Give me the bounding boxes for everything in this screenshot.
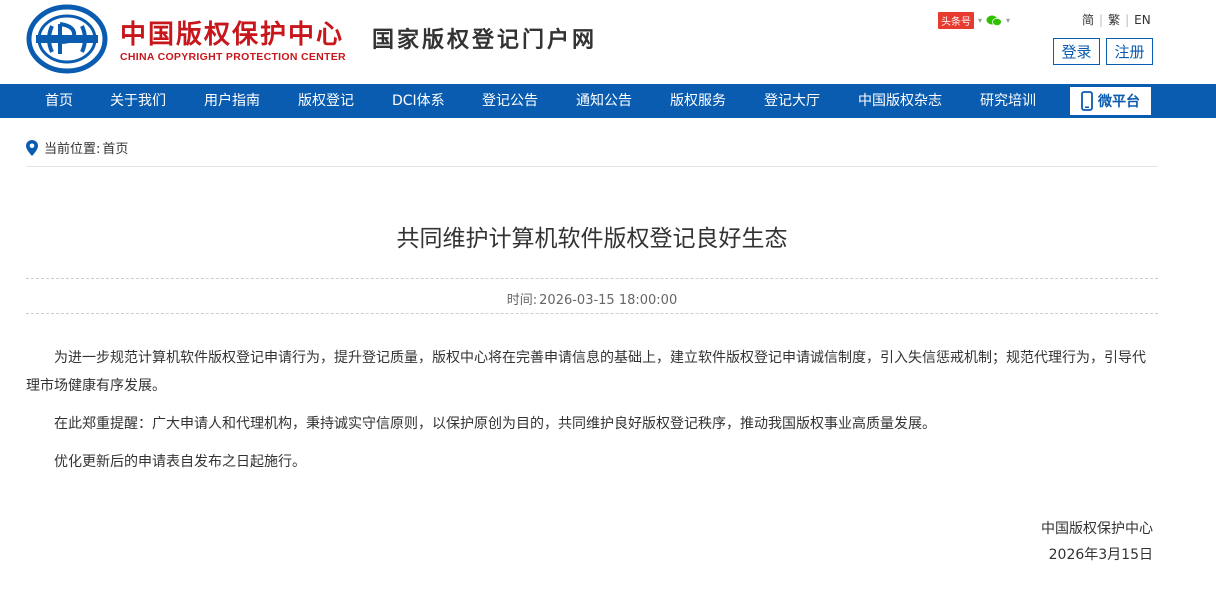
article-paragraph: 为进一步规范计算机软件版权登记申请行为，提升登记质量，版权中心将在完善申请信息的… — [26, 350, 1146, 394]
time-value: 2026-03-15 18:00:00 — [539, 293, 678, 308]
article-title: 共同维护计算机软件版权登记良好生态 — [396, 226, 788, 252]
breadcrumb: 当前位置: 首页 — [26, 138, 128, 157]
signature-date: 2026年3月15日 — [1048, 547, 1153, 563]
nav-item-services[interactable]: 版权服务 — [670, 84, 726, 118]
lang-simplified[interactable]: 简 — [1082, 11, 1094, 28]
nav-item-registration[interactable]: 版权登记 — [298, 84, 354, 118]
nav-item-announcements[interactable]: 登记公告 — [482, 84, 538, 118]
logo-chinese-text[interactable]: 中国版权保护中心 — [120, 14, 344, 51]
divider: | — [1099, 12, 1104, 27]
nav-item-notices[interactable]: 通知公告 — [576, 84, 632, 118]
nav-item-home[interactable]: 首页 — [45, 84, 73, 118]
divider: | — [1125, 12, 1130, 27]
portal-title: 国家版权登记门户网 — [372, 27, 598, 53]
wechat-icon[interactable] — [986, 15, 1002, 26]
login-button[interactable]: 登录 — [1053, 38, 1100, 65]
breadcrumb-home-link[interactable]: 首页 — [102, 138, 128, 157]
chevron-down-icon: ▾ — [1006, 16, 1011, 25]
micro-platform-label: 微平台 — [1098, 94, 1140, 110]
chevron-down-icon: ▾ — [978, 16, 983, 25]
nav-item-research[interactable]: 研究培训 — [980, 84, 1036, 118]
divider — [26, 166, 1158, 167]
register-button[interactable]: 注册 — [1106, 38, 1153, 65]
nav-item-hall[interactable]: 登记大厅 — [764, 84, 820, 118]
phone-icon — [1081, 91, 1093, 111]
divider — [26, 278, 1158, 279]
article-time: 时间: 2026-03-15 18:00:00 — [26, 289, 1158, 308]
toutiao-link[interactable]: 头条号 — [938, 12, 974, 29]
social-links: 头条号 ▾ ▾ — [938, 12, 1010, 29]
time-label: 时间: — [506, 293, 538, 308]
site-header: 中国版权保护中心 CHINA COPYRIGHT PROTECTION CENT… — [0, 0, 1216, 84]
nav-item-guide[interactable]: 用户指南 — [204, 84, 260, 118]
nav-item-magazine[interactable]: 中国版权杂志 — [858, 84, 942, 118]
logo-english-text[interactable]: CHINA COPYRIGHT PROTECTION CENTER — [120, 51, 346, 63]
language-switcher: 简 | 繁 | EN — [1082, 11, 1151, 28]
signature-org: 中国版权保护中心 — [1041, 521, 1153, 537]
lang-english[interactable]: EN — [1134, 13, 1151, 27]
micro-platform-button[interactable]: 微平台 — [1069, 86, 1152, 116]
divider — [26, 313, 1158, 314]
article-body: 为进一步规范计算机软件版权登记申请行为，提升登记质量，版权中心将在完善申请信息的… — [26, 344, 1158, 486]
nav-item-about[interactable]: 关于我们 — [110, 84, 166, 118]
article-paragraph: 在此郑重提醒：广大申请人和代理机构，秉持诚实守信原则，以保护原创为目的，共同维护… — [54, 416, 936, 432]
main-nav: 首页 关于我们 用户指南 版权登记 DCI体系 登记公告 通知公告 版权服务 登… — [0, 84, 1216, 118]
lang-traditional[interactable]: 繁 — [1108, 11, 1120, 28]
nav-item-dci[interactable]: DCI体系 — [392, 84, 445, 118]
ccpc-logo-icon[interactable] — [26, 4, 108, 74]
location-pin-icon — [26, 139, 38, 156]
breadcrumb-label: 当前位置: — [44, 142, 101, 157]
article-paragraph: 优化更新后的申请表自发布之日起施行。 — [54, 454, 306, 470]
